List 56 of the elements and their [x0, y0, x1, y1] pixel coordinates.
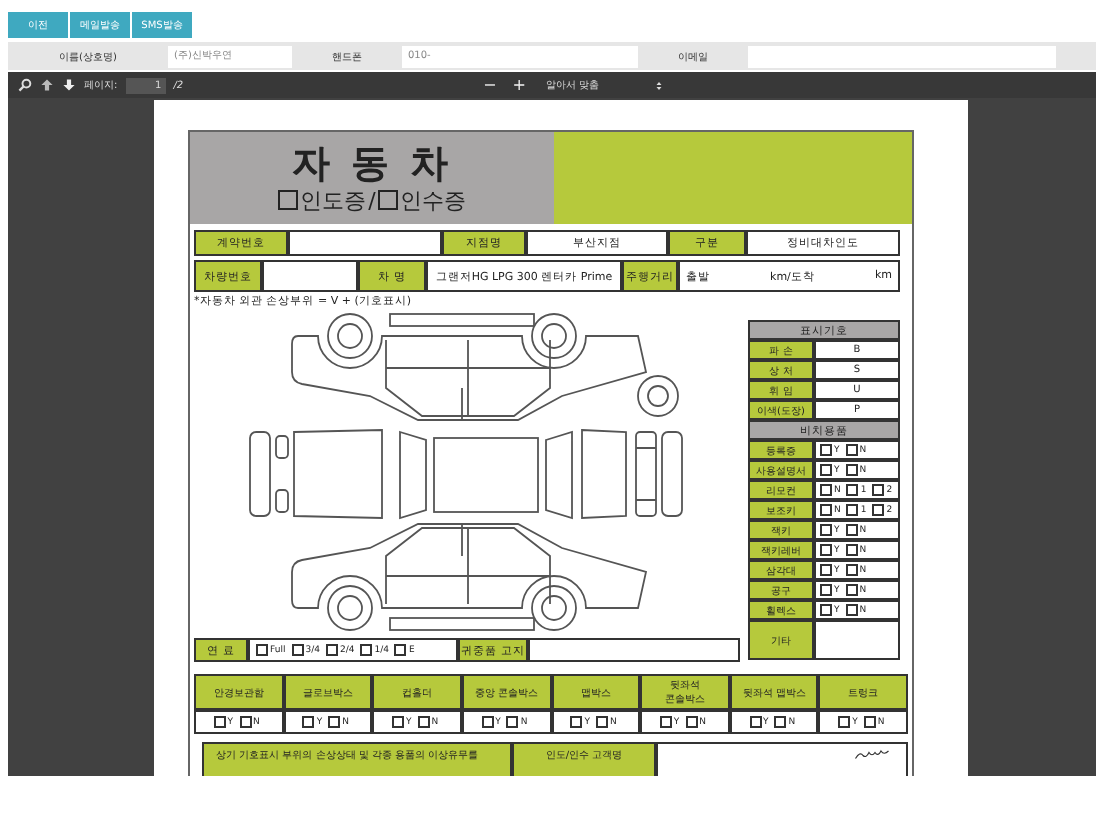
checkbox[interactable] — [846, 504, 859, 516]
checkbox[interactable] — [863, 716, 876, 728]
checkbox[interactable] — [506, 716, 519, 728]
checkbox[interactable] — [570, 716, 583, 728]
checkbox[interactable] — [394, 644, 407, 656]
checkbox[interactable] — [360, 644, 373, 656]
checkbox[interactable] — [213, 716, 226, 728]
input-field[interactable] — [748, 45, 1056, 67]
checkbox[interactable] — [838, 716, 851, 728]
checkbox[interactable] — [377, 190, 398, 210]
signature-drawing — [854, 748, 890, 760]
checkbox[interactable] — [659, 716, 672, 728]
checkbox[interactable] — [846, 484, 859, 496]
checkbox[interactable] — [392, 716, 404, 728]
checkbox[interactable] — [845, 564, 858, 576]
checkbox[interactable] — [845, 464, 858, 476]
checkbox[interactable] — [820, 444, 832, 456]
down-arrow-icon[interactable] — [62, 78, 76, 92]
checkbox[interactable] — [239, 716, 251, 728]
separator-text: / — [368, 187, 376, 213]
checkbox[interactable] — [481, 716, 494, 728]
checkbox[interactable] — [256, 644, 268, 656]
checkbox[interactable] — [872, 504, 885, 516]
checkbox[interactable] — [291, 644, 304, 656]
checkbox[interactable] — [820, 564, 832, 576]
checkbox[interactable] — [596, 716, 608, 728]
checkbox[interactable] — [774, 716, 787, 728]
checkbox[interactable] — [325, 644, 338, 656]
checkbox[interactable] — [328, 716, 341, 728]
document-subtitle: 인수증 — [399, 185, 466, 215]
zoom-in-button[interactable]: + — [508, 76, 530, 94]
table-cell — [262, 260, 358, 292]
checkbox[interactable] — [749, 716, 761, 728]
search-icon[interactable] — [18, 78, 32, 92]
checkbox[interactable] — [820, 464, 832, 476]
checkbox[interactable] — [417, 716, 430, 728]
checkbox[interactable] — [845, 604, 858, 616]
caret-icon — [655, 79, 662, 91]
checkbox[interactable] — [820, 484, 832, 496]
checkbox[interactable] — [278, 190, 299, 210]
checkbox[interactable] — [845, 584, 858, 596]
checkbox[interactable] — [845, 544, 858, 556]
document-title: 자 동 차 — [291, 141, 453, 185]
checkbox[interactable] — [820, 524, 832, 536]
checkbox[interactable] — [872, 484, 885, 496]
checkbox[interactable] — [820, 604, 832, 616]
checkbox[interactable] — [685, 716, 698, 728]
up-arrow-icon[interactable] — [40, 78, 54, 92]
checkbox[interactable] — [302, 716, 315, 728]
zoom-out-button[interactable]: − — [479, 76, 501, 94]
document-subtitle: 인도증 — [300, 185, 367, 215]
checkbox[interactable] — [820, 544, 832, 556]
checkbox[interactable] — [820, 584, 832, 596]
checkbox[interactable] — [845, 444, 858, 456]
checkbox[interactable] — [845, 524, 858, 536]
checkbox[interactable] — [820, 504, 832, 516]
